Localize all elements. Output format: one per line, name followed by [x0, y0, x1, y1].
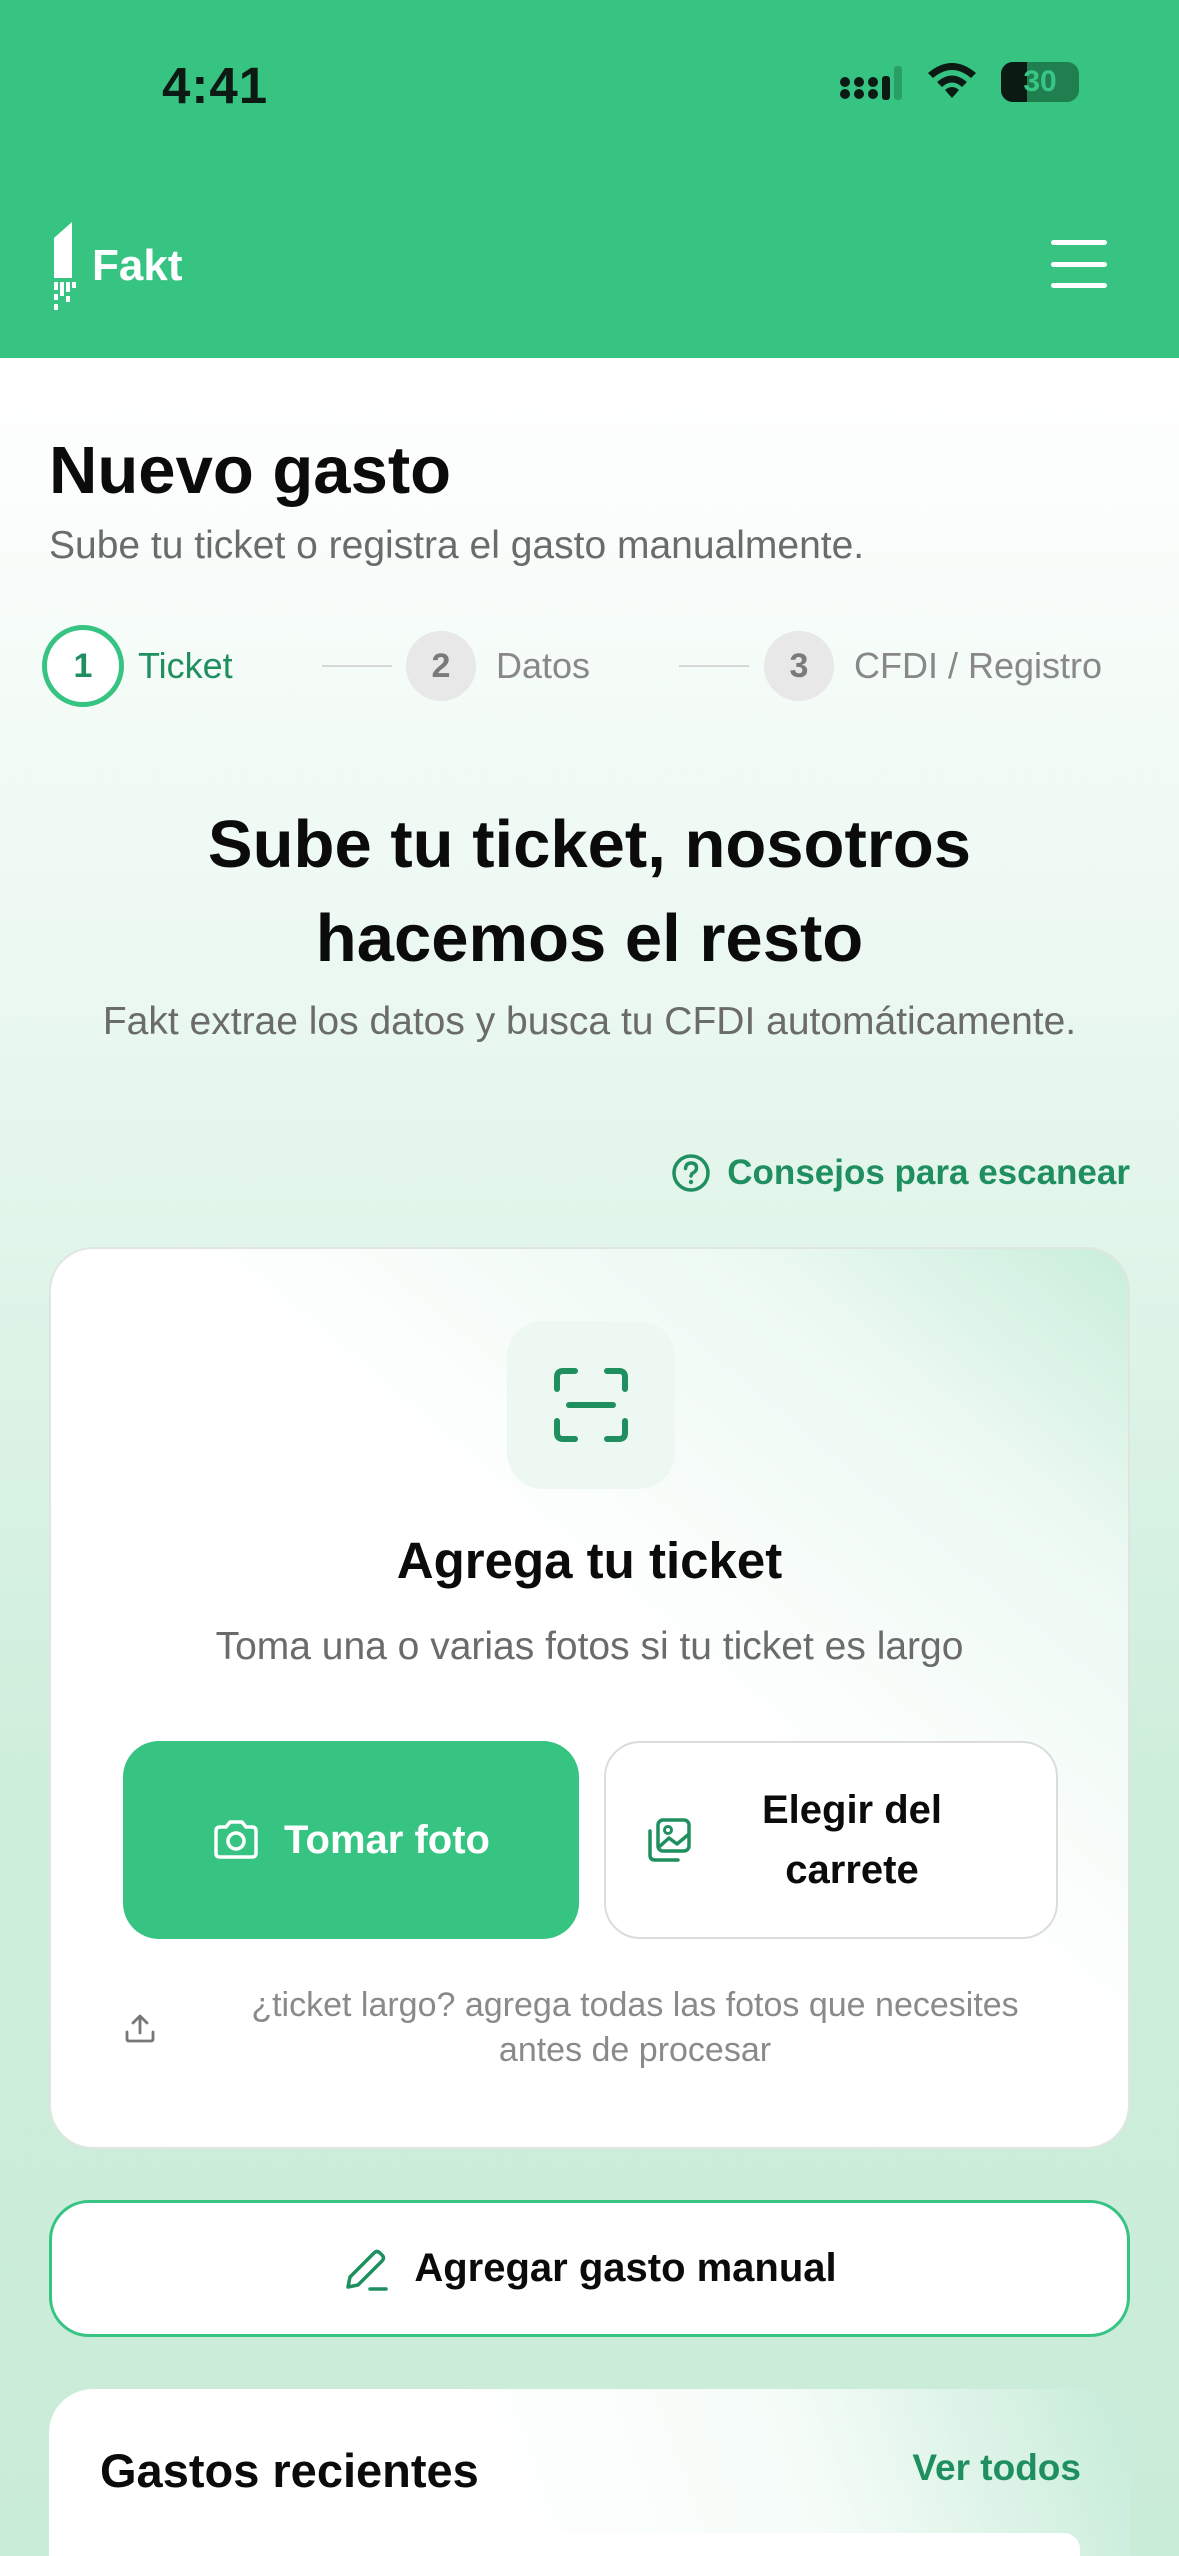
- wifi-icon: [928, 63, 976, 98]
- battery-icon: 30: [1001, 62, 1079, 102]
- step-3-label: CFDI / Registro: [854, 645, 1103, 686]
- upload-title: Agrega tu ticket: [396, 1532, 783, 1589]
- menu-button[interactable]: [1051, 240, 1107, 288]
- step-1-label: Ticket: [138, 645, 233, 686]
- stepper: 1 Ticket 2 Datos 3 CFDI / Registro: [42, 625, 1152, 707]
- step-2-label: Datos: [496, 645, 591, 686]
- image-icon: [648, 1818, 691, 1862]
- step-divider: [679, 665, 749, 667]
- menu-icon: [1051, 240, 1107, 245]
- upload-card: Agrega tu ticket Toma una o varias fotos…: [49, 1247, 1130, 2149]
- scan-tips-label: Consejos para escanear: [727, 1153, 1130, 1192]
- top-bar: 4:41 30 Fakt: [0, 0, 1179, 358]
- long-ticket-hint-line2: antes de procesar: [498, 2031, 772, 2069]
- step-2-number: 2: [431, 646, 451, 685]
- take-photo-label: Tomar foto: [284, 1817, 490, 1862]
- add-manual-expense-button[interactable]: Agregar gasto manual: [49, 2200, 1130, 2337]
- hero-title-line2: hacemos el resto: [315, 901, 864, 976]
- step-1-circle[interactable]: 1: [42, 625, 124, 707]
- scan-icon: [554, 1368, 628, 1442]
- step-3-number: 3: [789, 646, 809, 685]
- page-title: Nuevo gasto: [49, 433, 452, 508]
- step-divider: [322, 665, 392, 667]
- status-time: 4:41: [162, 57, 269, 114]
- list-item[interactable]: [100, 2533, 1080, 2556]
- see-all-link[interactable]: Ver todos: [912, 2447, 1081, 2489]
- battery-level: 30: [1023, 65, 1057, 98]
- long-ticket-hint: ¿ticket largo? agrega todas las fotos qu…: [123, 1983, 1083, 2073]
- choose-from-roll-line2: carrete: [785, 1848, 919, 1892]
- brand-name: Fakt: [92, 241, 183, 290]
- long-ticket-hint-line1: ¿ticket largo? agrega todas las fotos qu…: [251, 1986, 1019, 2024]
- add-manual-expense-label: Agregar gasto manual: [414, 2246, 837, 2290]
- signal-icon: [840, 66, 902, 100]
- page-subtitle: Sube tu ticket o registra el gasto manua…: [49, 524, 865, 567]
- status-icons: 30: [839, 62, 1079, 102]
- choose-from-roll-label: Elegir del carrete: [722, 1780, 982, 1900]
- hero-title-line1: Sube tu ticket, nosotros: [207, 807, 972, 882]
- recent-expenses-title: Gastos recientes: [100, 2444, 479, 2497]
- step-2-circle[interactable]: 2: [406, 631, 476, 701]
- upload-subtitle: Toma una o varias fotos si tu ticket es …: [215, 1625, 964, 1668]
- logo-icon: [54, 222, 76, 310]
- hero-subtitle: Fakt extrae los datos y busca tu CFDI au…: [102, 1000, 1077, 1043]
- pencil-icon: [346, 2249, 389, 2291]
- hero-title: Sube tu ticket, nosotros hacemos el rest…: [0, 798, 1179, 986]
- help-circle-icon: [672, 1154, 711, 1192]
- camera-icon: [214, 1820, 258, 1859]
- upload-icon: [125, 2014, 155, 2043]
- step-3-circle[interactable]: 3: [764, 631, 834, 701]
- long-ticket-hint-text: ¿ticket largo? agrega todas las fotos qu…: [187, 1983, 1083, 2073]
- take-photo-button[interactable]: Tomar foto: [123, 1741, 579, 1939]
- recent-expenses-card: Gastos recientes Ver todos: [49, 2389, 1130, 2556]
- scan-tips-link[interactable]: Consejos para escanear: [671, 1153, 1130, 1193]
- scan-icon-box: [507, 1321, 675, 1489]
- choose-from-roll-line1: Elegir del: [761, 1788, 943, 1832]
- choose-from-roll-button[interactable]: Elegir del carrete: [604, 1741, 1058, 1939]
- brand-logo[interactable]: Fakt: [50, 218, 182, 314]
- step-1-number: 1: [73, 646, 93, 685]
